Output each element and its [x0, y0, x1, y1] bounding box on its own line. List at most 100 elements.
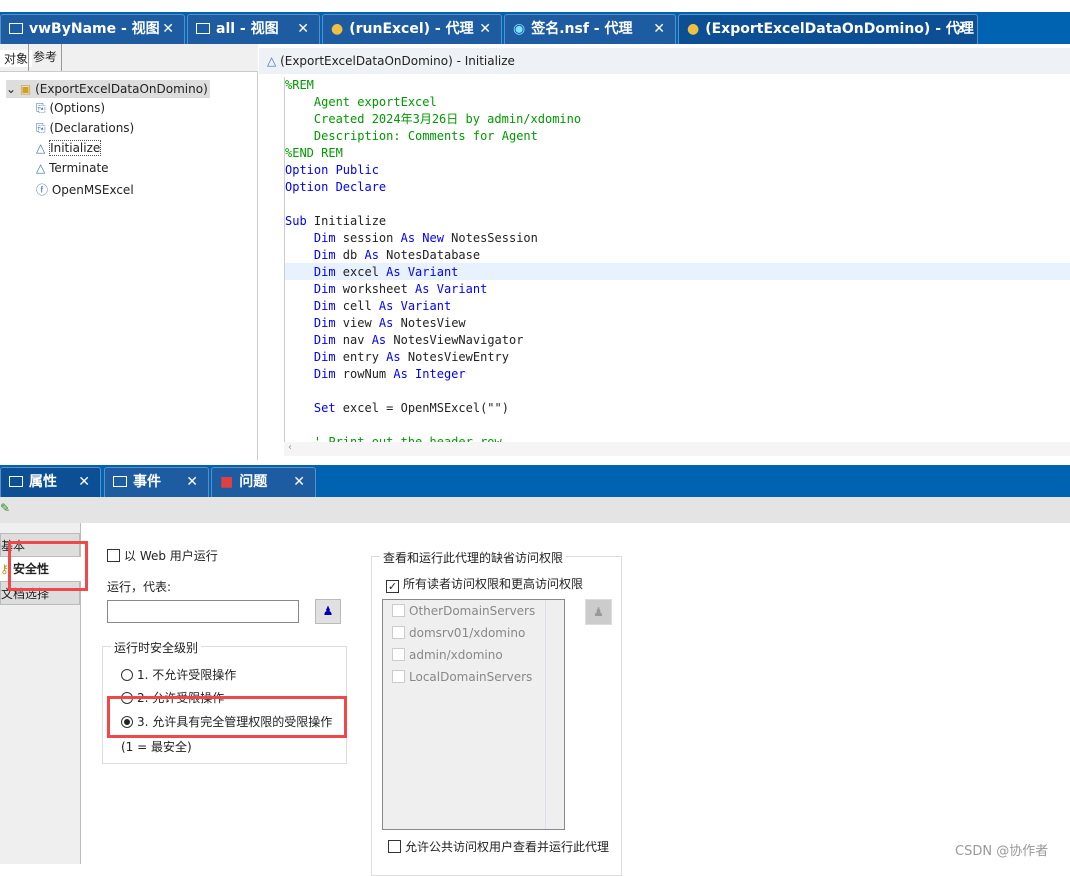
- code-line[interactable]: ' Print out the header row: [285, 434, 1070, 442]
- code-line[interactable]: Dim worksheet As Variant: [285, 281, 1070, 298]
- tab-events[interactable]: 事件 ✕: [104, 467, 209, 497]
- watermark: CSDN @协作者: [955, 844, 1049, 859]
- code-line[interactable]: Agent exportExcel: [285, 94, 1070, 111]
- tab-vwbyname[interactable]: vwByName - 视图 ✕: [0, 14, 185, 44]
- comment: Agent exportExcel: [285, 95, 437, 109]
- code-line[interactable]: Option Public: [285, 162, 1070, 179]
- code-line[interactable]: Dim session As New NotesSession: [285, 230, 1070, 247]
- code-line[interactable]: Set excel = OpenMSExcel(""): [285, 400, 1070, 417]
- close-icon[interactable]: ✕: [955, 15, 967, 43]
- code-line[interactable]: Dim entry As NotesViewEntry: [285, 349, 1070, 366]
- code-line[interactable]: Dim db As NotesDatabase: [285, 247, 1070, 264]
- tree-item-declarations[interactable]: ⎘ (Declarations): [36, 121, 134, 136]
- tab-problems[interactable]: ■ 问题 ✕: [211, 467, 316, 497]
- triangle-icon: △: [36, 161, 46, 175]
- object-panel: 对象 参考 ⌄ ▣ (ExportExcelDataOnDomino) ⎘ (O…: [0, 44, 258, 460]
- code-line[interactable]: [285, 383, 1070, 400]
- function-icon: ⓕ: [36, 183, 49, 197]
- editor-header: △ (ExportExcelDataOnDomino) - Initialize: [259, 48, 1070, 74]
- code-line[interactable]: Dim cell As Variant: [285, 298, 1070, 315]
- tree-item-label: OpenMSExcel: [51, 183, 134, 197]
- tab-runexcel[interactable]: ● (runExcel) - 代理 ✕: [322, 14, 502, 44]
- checkbox-label: 所有读者访问权限和更高访问权限: [403, 577, 584, 591]
- keyword: As Variant: [407, 282, 488, 296]
- tab-reference[interactable]: 参考: [28, 44, 63, 71]
- code-line[interactable]: Description: Comments for Agent: [285, 128, 1070, 145]
- run-as-web-user-checkbox[interactable]: 以 Web 用户运行: [107, 547, 218, 564]
- code-line[interactable]: %END REM: [285, 145, 1070, 162]
- list-item-label: admin/xdomino: [409, 648, 503, 662]
- triangle-icon: △: [267, 54, 277, 68]
- level-radio-1[interactable]: 1. 不允许受限操作: [121, 666, 236, 683]
- checkbox-label: 以 Web 用户运行: [124, 549, 218, 563]
- tree-item-terminate[interactable]: △ Terminate: [36, 161, 109, 175]
- tab-label: 事件: [133, 474, 161, 490]
- tab-label: 问题: [239, 474, 268, 490]
- code-text: Initialize: [306, 214, 387, 228]
- person-picker-button[interactable]: ♟: [315, 599, 341, 624]
- tab-all[interactable]: all - 视图 ✕: [187, 14, 320, 44]
- top-toolbar: [0, 0, 1070, 12]
- code-lines[interactable]: %REM Agent exportExcel Created 2024年3月26…: [284, 77, 1070, 442]
- keyword: Dim: [285, 350, 336, 364]
- access-list-item[interactable]: LocalDomainServers: [392, 670, 532, 684]
- code-text: worksheet: [335, 282, 408, 296]
- agent-icon: ●: [687, 21, 700, 37]
- code-line[interactable]: %REM: [285, 77, 1070, 94]
- tree-root[interactable]: ⌄ ▣ (ExportExcelDataOnDomino): [6, 80, 210, 98]
- comment: %END REM: [285, 146, 343, 160]
- code-line[interactable]: Dim excel As Variant: [285, 264, 1070, 281]
- tree-item-initialize[interactable]: △ Initialize: [36, 140, 102, 156]
- access-list[interactable]: OtherDomainServers domsrv01/xdomino admi…: [382, 599, 565, 830]
- code-line[interactable]: Dim nav As NotesViewNavigator: [285, 332, 1070, 349]
- view-icon: [196, 23, 210, 34]
- agent-icon: ▣: [19, 82, 32, 96]
- close-icon[interactable]: ✕: [653, 15, 665, 43]
- close-icon[interactable]: ✕: [293, 468, 305, 496]
- keyword: Dim: [285, 265, 336, 279]
- access-person-picker-button[interactable]: ♟: [585, 599, 612, 625]
- code-line[interactable]: [285, 196, 1070, 213]
- close-icon[interactable]: ✕: [297, 15, 309, 43]
- tab-exportexcel[interactable]: ● (ExportExcelDataOnDomino) - 代理 ✕: [678, 14, 978, 44]
- tab-signature-nsf[interactable]: ◉ 签名.nsf - 代理 ✕: [504, 14, 676, 44]
- keyword: Option Public: [285, 163, 379, 177]
- access-list-item[interactable]: domsrv01/xdomino: [392, 626, 525, 640]
- tab-properties[interactable]: 属性 ✕: [0, 467, 101, 497]
- code-line[interactable]: Option Declare: [285, 179, 1070, 196]
- all-readers-checkbox[interactable]: ✓ 所有读者访问权限和更高访问权限: [386, 575, 583, 593]
- access-list-item[interactable]: OtherDomainServers: [392, 604, 535, 618]
- keyword: As: [364, 333, 387, 347]
- tree-item-openmsexcel[interactable]: ⓕ OpenMSExcel: [36, 181, 134, 198]
- close-icon[interactable]: ✕: [479, 15, 491, 43]
- code-line[interactable]: Sub Initialize: [285, 213, 1070, 230]
- tab-label: all - 视图: [216, 21, 279, 37]
- public-access-checkbox[interactable]: 允许公共访问权用户查看并运行此代理: [388, 838, 609, 855]
- chevron-down-icon: ⌄: [6, 82, 17, 96]
- tree-item-label: (Options): [49, 101, 106, 115]
- run-on-behalf-input[interactable]: [107, 600, 299, 623]
- panel-tabs: 对象 参考: [0, 44, 258, 72]
- code-text: excel = OpenMSExcel(""): [335, 401, 509, 415]
- database-icon: ◉: [513, 21, 526, 37]
- access-list-item[interactable]: admin/xdomino: [392, 648, 503, 662]
- close-icon[interactable]: ✕: [186, 468, 198, 496]
- run-on-behalf-label: 运行，代表:: [107, 580, 172, 594]
- code-line[interactable]: Dim rowNum As Integer: [285, 366, 1070, 383]
- code-editor[interactable]: △ (ExportExcelDataOnDomino) - Initialize…: [259, 44, 1070, 460]
- comment: Description: Comments for Agent: [285, 129, 538, 143]
- code-line[interactable]: Created 2024年3月26日 by admin/xdomino: [285, 111, 1070, 128]
- close-icon[interactable]: ✕: [162, 15, 174, 43]
- code-line[interactable]: Dim view As NotesView: [285, 315, 1070, 332]
- horizontal-scrollbar[interactable]: ‹: [284, 442, 1070, 456]
- editor-header-label: (ExportExcelDataOnDomino) - Initialize: [280, 54, 515, 68]
- close-icon[interactable]: ✕: [78, 468, 90, 496]
- code-line[interactable]: [285, 417, 1070, 434]
- comment: Created 2024年3月26日 by admin/xdomino: [285, 112, 582, 126]
- group-title: 查看和运行此代理的缺省访问权限: [380, 549, 567, 566]
- code-text: NotesDatabase: [378, 248, 481, 262]
- edit-icon[interactable]: ✎: [0, 501, 10, 515]
- keyword: Dim: [285, 299, 336, 313]
- keyword: As Variant: [371, 299, 452, 313]
- tree-item-options[interactable]: ⎘ (Options): [36, 101, 105, 116]
